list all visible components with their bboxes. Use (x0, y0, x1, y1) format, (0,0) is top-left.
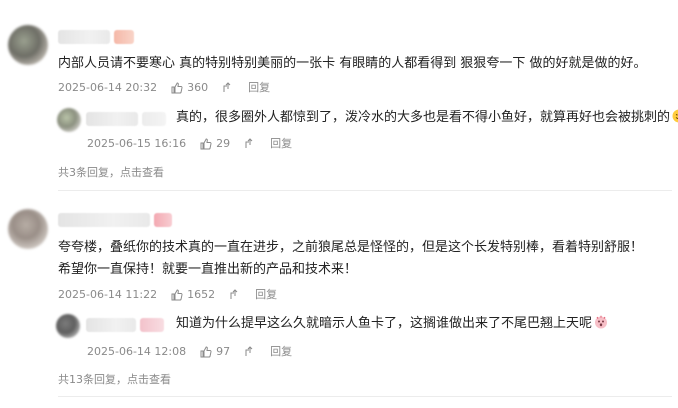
comment-text-line-1: 夸夸楼，叠纸你的技术真的一直在进步，之前狼尾总是怪怪的，但是这个长发特别棒，看着… (58, 240, 644, 255)
surprised-face-emoji (595, 315, 608, 329)
share-icon (245, 346, 253, 356)
user-badge (154, 213, 172, 227)
reply-text: 知道为什么提早这么久就暗示人鱼卡了，这搁谁做出来了不尾巴翘上天呢 (176, 313, 608, 335)
comment-text: 内部人员请不要寒心 真的特别特别美丽的一张卡 有眼睛的人都看得到 狠狠夸一下 做… (58, 56, 647, 71)
reply-text-content: 知道为什么提早这么久就暗示人鱼卡了，这搁谁做出来了不尾巴翘上天呢 (176, 316, 593, 331)
reply-user-badge (142, 112, 166, 126)
reply-share-button[interactable] (244, 346, 256, 358)
reply-reply-button[interactable]: 回复 (270, 137, 292, 151)
view-replies-link[interactable]: 共3条回复，点击查看 (58, 164, 164, 180)
like-count: 360 (187, 81, 209, 94)
reply-meta: 2025-06-14 12:08 97 回复 (87, 345, 292, 359)
thumbs-up-icon (200, 346, 212, 358)
reply-like-count: 97 (216, 345, 231, 358)
comment-divider (58, 190, 672, 191)
comment-meta: 2025-06-14 11:22 1652 回复 (58, 288, 277, 302)
share-button[interactable] (229, 289, 241, 301)
comment-divider (58, 396, 672, 397)
comment-meta: 2025-06-14 20:32 360 回复 (58, 81, 270, 95)
share-button[interactable] (222, 82, 234, 94)
reply-user-badge (140, 318, 164, 332)
user-badge (114, 30, 134, 44)
comment-text-line-2: 希望你一直保持！就要一直推出新的产品和技术来！ (58, 262, 358, 277)
like-button[interactable]: 360 (171, 81, 208, 95)
share-icon (245, 138, 253, 148)
comment-date: 2025-06-14 11:22 (58, 288, 158, 301)
share-icon (230, 289, 238, 299)
reply-username[interactable] (86, 318, 136, 332)
reply-text-content: 真的，很多圈外人都惊到了，泼冷水的大多也是看不得小鱼好，就算再好也会被挑刺的 (176, 110, 671, 125)
reply-button[interactable]: 回复 (255, 288, 277, 302)
sweat-smile-emoji (672, 109, 678, 123)
reply-like-button[interactable]: 97 (200, 345, 230, 359)
reply-like-button[interactable]: 29 (200, 137, 230, 151)
avatar[interactable] (8, 209, 48, 249)
like-button[interactable]: 1652 (171, 288, 215, 302)
reply-button[interactable]: 回复 (248, 81, 270, 95)
like-count: 1652 (187, 288, 216, 301)
reply-text: 真的，很多圈外人都惊到了，泼冷水的大多也是看不得小鱼好，就算再好也会被挑刺的 (176, 107, 678, 129)
reply-avatar[interactable] (57, 108, 81, 132)
share-icon (223, 82, 231, 92)
reply-avatar[interactable] (56, 314, 80, 338)
thumbs-up-icon (171, 82, 183, 94)
reply-date: 2025-06-15 16:16 (87, 137, 187, 150)
reply-username[interactable] (86, 112, 138, 126)
thumbs-up-icon (171, 289, 183, 301)
reply-meta: 2025-06-15 16:16 29 回复 (87, 137, 292, 151)
reply-reply-button[interactable]: 回复 (270, 345, 292, 359)
thumbs-up-icon (200, 138, 212, 150)
username[interactable] (58, 30, 110, 44)
avatar[interactable] (8, 25, 48, 65)
reply-share-button[interactable] (244, 138, 256, 150)
username[interactable] (58, 213, 150, 227)
view-replies-link[interactable]: 共13条回复，点击查看 (58, 371, 171, 387)
reply-like-count: 29 (216, 137, 231, 150)
comment-date: 2025-06-14 20:32 (58, 81, 158, 94)
reply-date: 2025-06-14 12:08 (87, 345, 187, 358)
